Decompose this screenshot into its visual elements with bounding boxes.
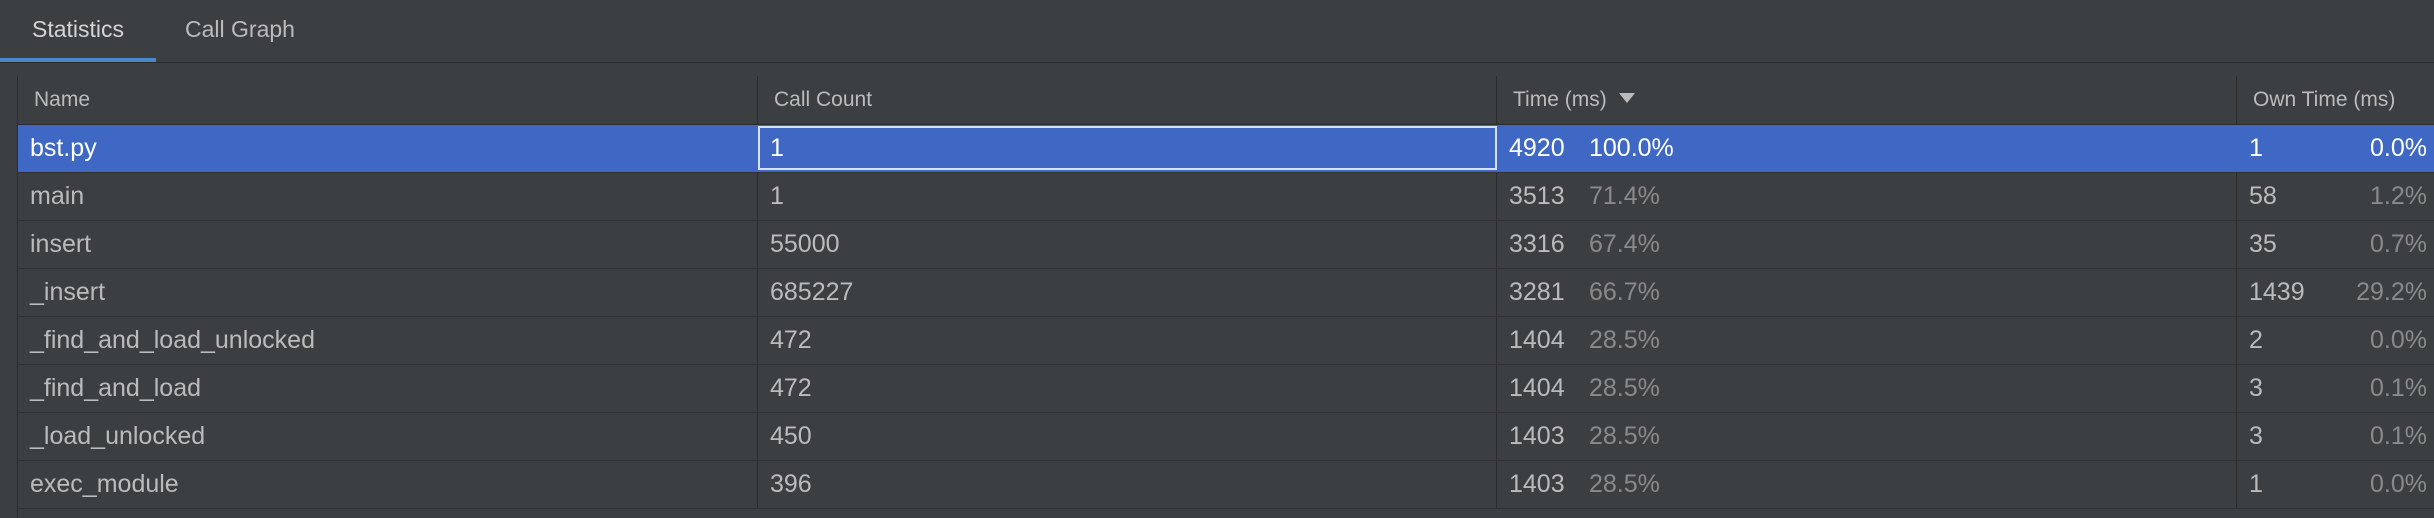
time-percent: 67.4% <box>1589 230 1660 258</box>
table-row[interactable]: _find_and_load_unlocked 472 1404 28.5% 2 0… <box>18 317 2434 365</box>
cell-name: _load_unlocked <box>18 413 758 460</box>
cell-name: _find_and_load <box>18 365 758 412</box>
tab-statistics[interactable]: Statistics <box>0 0 156 62</box>
time-percent: 28.5% <box>1589 422 1660 450</box>
own-time-percent: 0.0% <box>2370 134 2427 162</box>
table-row[interactable]: _load_unlocked 450 1403 28.5% 3 0.1% <box>18 413 2434 461</box>
cell-own-time: 1439 29.2% <box>2237 269 2434 316</box>
column-header-name-label: Name <box>34 88 91 111</box>
cell-own-time: 3 0.1% <box>2237 365 2434 412</box>
column-header-own-time-label: Own Time (ms) <box>2253 88 2396 111</box>
cell-name: _find_and_load_unlocked <box>18 317 758 364</box>
cell-name: insert <box>18 221 758 268</box>
own-time-percent: 0.0% <box>2370 326 2427 354</box>
own-time-value: 3 <box>2249 422 2263 450</box>
cell-time: 1403 28.5% <box>1497 461 2237 508</box>
column-header-time-label: Time (ms) <box>1513 88 1607 111</box>
cell-time: 1404 28.5% <box>1497 365 2237 412</box>
cell-time: 1404 28.5% <box>1497 317 2237 364</box>
own-time-value: 2 <box>2249 326 2263 354</box>
statistics-table: Name Call Count Time (ms) Own Time (ms) … <box>17 76 2434 518</box>
own-time-value: 58 <box>2249 182 2277 210</box>
cell-call-count: 1 <box>758 173 1497 220</box>
cell-call-count: 450 <box>758 413 1497 460</box>
time-value: 3316 <box>1509 230 1565 258</box>
time-value: 1404 <box>1509 374 1565 402</box>
cell-name: exec_module <box>18 461 758 508</box>
cell-own-time: 1 0.0% <box>2237 125 2434 172</box>
cell-name: main <box>18 173 758 220</box>
cell-own-time: 58 1.2% <box>2237 173 2434 220</box>
own-time-percent: 0.1% <box>2370 422 2427 450</box>
table-header: Name Call Count Time (ms) Own Time (ms) <box>18 76 2434 125</box>
time-value: 3281 <box>1509 278 1565 306</box>
table-row[interactable]: _find_and_load 472 1404 28.5% 3 0.1% <box>18 365 2434 413</box>
time-value: 1403 <box>1509 470 1565 498</box>
own-time-percent: 0.1% <box>2370 374 2427 402</box>
time-value: 1403 <box>1509 422 1565 450</box>
time-value: 4920 <box>1509 134 1565 162</box>
column-header-call-count-label: Call Count <box>774 88 873 111</box>
table-row[interactable]: insert 55000 3316 67.4% 35 0.7% <box>18 221 2434 269</box>
table-row[interactable]: exec_module 396 1403 28.5% 1 0.0% <box>18 461 2434 509</box>
profiler-window: Statistics Call Graph Name Call Count Ti… <box>0 0 2434 518</box>
cell-own-time: 3 0.1% <box>2237 413 2434 460</box>
time-percent: 28.5% <box>1589 470 1660 498</box>
cell-call-count[interactable]: 1 <box>758 126 1497 170</box>
cell-name: _insert <box>18 269 758 316</box>
cell-call-count: 472 <box>758 365 1497 412</box>
tab-call-graph[interactable]: Call Graph <box>160 0 320 62</box>
time-percent: 100.0% <box>1589 134 1674 162</box>
own-time-value: 1439 <box>2249 278 2305 306</box>
table-row[interactable]: _insert 685227 3281 66.7% 1439 29.2% <box>18 269 2434 317</box>
sort-descending-icon <box>1618 93 1635 104</box>
own-time-percent: 29.2% <box>2356 278 2427 306</box>
cell-time: 3513 71.4% <box>1497 173 2237 220</box>
time-percent: 28.5% <box>1589 326 1660 354</box>
column-header-own-time[interactable]: Own Time (ms) <box>2237 76 2434 124</box>
own-time-value: 1 <box>2249 470 2263 498</box>
cell-time: 4920 100.0% <box>1497 125 2237 172</box>
own-time-value: 35 <box>2249 230 2277 258</box>
tab-bar: Statistics Call Graph <box>0 0 2434 63</box>
cell-call-count: 685227 <box>758 269 1497 316</box>
column-header-time[interactable]: Time (ms) <box>1497 76 2237 124</box>
time-value: 3513 <box>1509 182 1565 210</box>
own-time-value: 3 <box>2249 374 2263 402</box>
cell-time: 1403 28.5% <box>1497 413 2237 460</box>
own-time-percent: 1.2% <box>2370 182 2427 210</box>
column-header-call-count[interactable]: Call Count <box>758 76 1497 124</box>
own-time-value: 1 <box>2249 134 2263 162</box>
cell-own-time: 1 0.0% <box>2237 461 2434 508</box>
own-time-percent: 0.0% <box>2370 470 2427 498</box>
time-percent: 28.5% <box>1589 374 1660 402</box>
cell-time: 3316 67.4% <box>1497 221 2237 268</box>
own-time-percent: 0.7% <box>2370 230 2427 258</box>
cell-call-count: 55000 <box>758 221 1497 268</box>
cell-name: bst.py <box>18 125 758 172</box>
time-percent: 66.7% <box>1589 278 1660 306</box>
column-header-name[interactable]: Name <box>18 76 758 124</box>
cell-call-count: 472 <box>758 317 1497 364</box>
table-row[interactable]: bst.py 1 4920 100.0% 1 0.0% <box>18 125 2434 173</box>
table-row[interactable]: main 1 3513 71.4% 58 1.2% <box>18 173 2434 221</box>
cell-own-time: 2 0.0% <box>2237 317 2434 364</box>
cell-time: 3281 66.7% <box>1497 269 2237 316</box>
table-body: bst.py 1 4920 100.0% 1 0.0% main 1 3513 71.… <box>18 125 2434 509</box>
time-percent: 71.4% <box>1589 182 1660 210</box>
cell-call-count: 396 <box>758 461 1497 508</box>
time-value: 1404 <box>1509 326 1565 354</box>
cell-own-time: 35 0.7% <box>2237 221 2434 268</box>
